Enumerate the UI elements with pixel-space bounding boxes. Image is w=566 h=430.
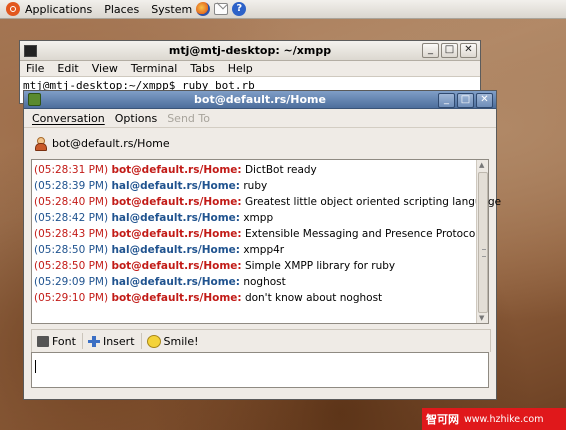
message-timestamp: (05:28:43 PM) bbox=[34, 228, 109, 240]
message-sender: hal@default.rs/Home: bbox=[111, 244, 240, 256]
watermark-url: www.hzhike.com bbox=[464, 413, 544, 425]
chat-message: (05:28:50 PM) bot@default.rs/Home: Simpl… bbox=[34, 258, 488, 274]
message-text: Simple XMPP library for ruby bbox=[244, 260, 396, 272]
message-text: DictBot ready bbox=[244, 164, 317, 176]
message-timestamp: (05:28:50 PM) bbox=[34, 260, 109, 272]
system-menu[interactable]: System bbox=[151, 3, 192, 16]
smile-button-label: Smile! bbox=[163, 334, 199, 348]
message-sender: bot@default.rs/Home: bbox=[111, 260, 242, 272]
places-menu[interactable]: Places bbox=[104, 3, 139, 16]
top-panel: Applications Places System ? bbox=[0, 0, 566, 19]
message-timestamp: (05:28:40 PM) bbox=[34, 196, 109, 208]
menu-file[interactable]: File bbox=[26, 62, 44, 75]
terminal-title: mtj@mtj-desktop: ~/xmpp bbox=[168, 44, 332, 57]
font-icon bbox=[37, 335, 49, 347]
menu-tabs[interactable]: Tabs bbox=[190, 62, 214, 75]
text-caret bbox=[35, 360, 36, 373]
menu-send-to: Send To bbox=[167, 111, 210, 125]
mail-icon[interactable] bbox=[214, 3, 229, 15]
message-text: ruby bbox=[243, 180, 268, 192]
scroll-thumb[interactable] bbox=[478, 172, 488, 313]
chat-message: (05:28:50 PM) hal@default.rs/Home: xmpp4… bbox=[34, 242, 488, 258]
scroll-up-icon[interactable]: ▲ bbox=[479, 161, 484, 169]
menu-edit[interactable]: Edit bbox=[57, 62, 78, 75]
message-text: don't know about noghost bbox=[244, 292, 383, 304]
message-sender: bot@default.rs/Home: bbox=[111, 228, 242, 240]
chat-message: (05:28:39 PM) hal@default.rs/Home: ruby bbox=[34, 178, 488, 194]
maximize-button[interactable]: □ bbox=[441, 43, 458, 58]
message-timestamp: (05:28:31 PM) bbox=[34, 164, 109, 176]
message-timestamp: (05:28:42 PM) bbox=[34, 212, 109, 224]
chat-title: bot@default.rs/Home bbox=[194, 93, 326, 106]
buddy-icon bbox=[34, 136, 47, 151]
message-sender: hal@default.rs/Home: bbox=[111, 276, 240, 288]
font-button[interactable]: Font bbox=[37, 335, 76, 348]
contact-name: bot@default.rs/Home bbox=[52, 136, 170, 150]
format-toolbar: Font Insert Smile! bbox=[31, 329, 491, 352]
font-button-label: Font bbox=[52, 334, 76, 348]
terminal-titlebar[interactable]: mtj@mtj-desktop: ~/xmpp _ □ ✕ bbox=[20, 41, 480, 61]
message-timestamp: (05:29:09 PM) bbox=[34, 276, 109, 288]
message-timestamp: (05:28:50 PM) bbox=[34, 244, 109, 256]
scroll-down-icon[interactable]: ▼ bbox=[479, 314, 484, 322]
watermark-brand: 智可网 bbox=[426, 413, 459, 426]
smile-button[interactable]: Smile! bbox=[146, 334, 199, 348]
site-watermark: 智可网 www.hzhike.com bbox=[422, 408, 566, 430]
message-timestamp: (05:28:39 PM) bbox=[34, 180, 109, 192]
ubuntu-logo-icon[interactable] bbox=[6, 2, 20, 16]
firefox-icon[interactable] bbox=[196, 2, 211, 16]
chat-message: (05:29:09 PM) hal@default.rs/Home: nogho… bbox=[34, 274, 488, 290]
close-button[interactable]: ✕ bbox=[476, 93, 493, 108]
menu-conversation[interactable]: Conversation bbox=[32, 112, 105, 125]
minimize-button[interactable]: _ bbox=[422, 43, 439, 58]
chat-message: (05:28:43 PM) bot@default.rs/Home: Exten… bbox=[34, 226, 488, 242]
message-text: xmpp bbox=[243, 212, 274, 224]
insert-button-label: Insert bbox=[102, 334, 135, 348]
message-sender: hal@default.rs/Home: bbox=[111, 180, 240, 192]
contact-header: bot@default.rs/Home bbox=[24, 128, 496, 158]
chat-message: (05:28:31 PM) bot@default.rs/Home: DictB… bbox=[34, 162, 488, 178]
terminal-icon[interactable] bbox=[24, 44, 37, 57]
maximize-button[interactable]: □ bbox=[457, 93, 474, 108]
menu-view[interactable]: View bbox=[92, 62, 118, 75]
chat-window: bot@default.rs/Home _ □ ✕ Conversation O… bbox=[23, 90, 501, 400]
chat-titlebar[interactable]: bot@default.rs/Home _ □ ✕ bbox=[24, 91, 496, 109]
message-text: xmpp4r bbox=[243, 244, 285, 256]
chat-message: (05:28:40 PM) bot@default.rs/Home: Great… bbox=[34, 194, 501, 210]
help-icon[interactable]: ? bbox=[232, 2, 247, 16]
message-text: noghost bbox=[243, 276, 286, 288]
message-timestamp: (05:29:10 PM) bbox=[34, 292, 109, 304]
applications-menu[interactable]: Applications bbox=[25, 3, 92, 16]
menu-options[interactable]: Options bbox=[115, 112, 157, 125]
pidgin-icon[interactable] bbox=[28, 93, 41, 106]
insert-icon bbox=[87, 335, 100, 347]
conversation-log[interactable]: (05:28:31 PM) bot@default.rs/Home: DictB… bbox=[31, 159, 501, 324]
insert-button[interactable]: Insert bbox=[87, 334, 135, 348]
chat-message: (05:28:42 PM) hal@default.rs/Home: xmpp bbox=[34, 210, 488, 226]
close-button[interactable]: ✕ bbox=[460, 43, 477, 58]
message-text: Greatest little object oriented scriptin… bbox=[244, 196, 502, 208]
smiley-icon bbox=[146, 334, 161, 348]
log-scrollbar[interactable]: ▲ ▼ bbox=[476, 160, 488, 323]
message-sender: bot@default.rs/Home: bbox=[111, 164, 242, 176]
message-sender: hal@default.rs/Home: bbox=[111, 212, 240, 224]
chat-menubar: Conversation Options Send To bbox=[24, 109, 496, 128]
message-sender: bot@default.rs/Home: bbox=[111, 196, 242, 208]
terminal-menubar: File Edit View Terminal Tabs Help bbox=[20, 61, 480, 77]
minimize-button[interactable]: _ bbox=[438, 93, 455, 108]
chat-message: (05:29:10 PM) bot@default.rs/Home: don't… bbox=[34, 290, 488, 306]
menu-terminal[interactable]: Terminal bbox=[131, 62, 178, 75]
message-text: Extensible Messaging and Presence Protoc… bbox=[244, 228, 479, 240]
message-sender: bot@default.rs/Home: bbox=[111, 292, 242, 304]
message-input[interactable] bbox=[31, 352, 489, 388]
menu-help[interactable]: Help bbox=[228, 62, 253, 75]
